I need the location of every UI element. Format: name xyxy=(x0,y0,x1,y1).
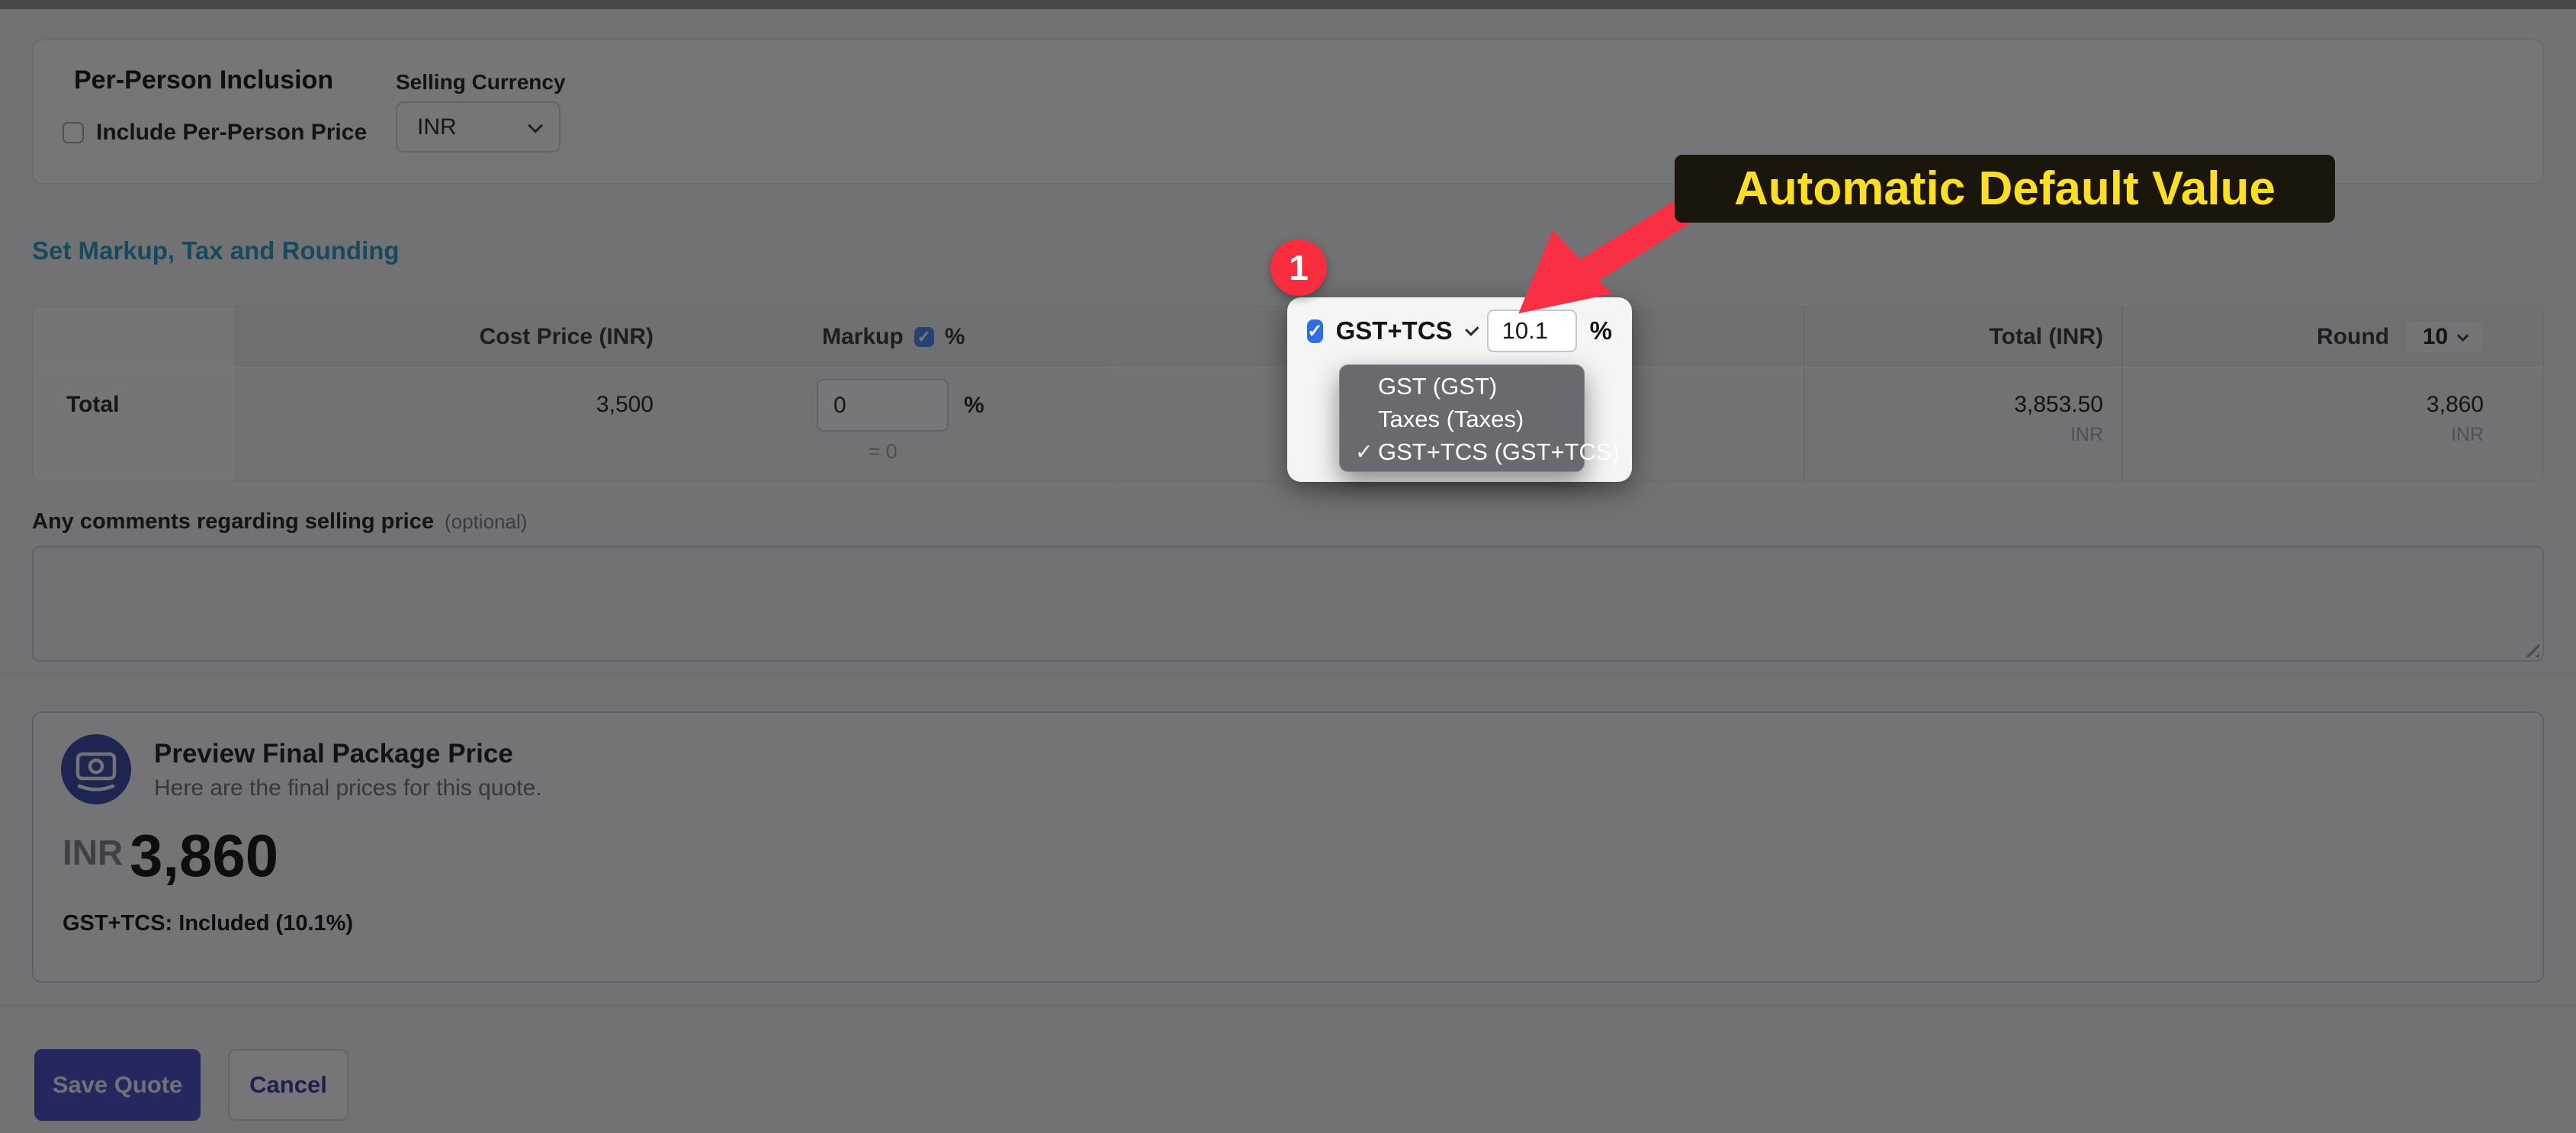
tax-control-row: ✓ GST+TCS % xyxy=(1287,297,1632,364)
tax-type-select-value[interactable]: GST+TCS xyxy=(1336,316,1453,345)
tax-enabled-checkbox[interactable]: ✓ xyxy=(1307,319,1323,343)
menu-item-gst[interactable]: GST (GST) xyxy=(1340,370,1584,403)
selected-check-icon: ✓ xyxy=(1355,440,1373,464)
menu-item-taxes[interactable]: Taxes (Taxes) xyxy=(1340,403,1584,435)
menu-item-gst-tcs[interactable]: ✓ GST+TCS (GST+TCS) xyxy=(1340,435,1620,468)
chevron-down-icon[interactable] xyxy=(1464,321,1479,336)
menu-item-gst-tcs-label: GST+TCS (GST+TCS) xyxy=(1378,438,1620,465)
check-icon: ✓ xyxy=(1307,320,1323,342)
quote-pricing-screen: Per-Person Inclusion Include Per-Person … xyxy=(0,0,2576,1133)
tax-rate-input[interactable] xyxy=(1486,310,1577,352)
callout-automatic-default-value: Automatic Default Value xyxy=(1675,155,2335,223)
tax-unit: % xyxy=(1589,316,1612,345)
tax-type-dropdown-menu: GST (GST) Taxes (Taxes) ✓ GST+TCS (GST+T… xyxy=(1339,364,1620,472)
step-1-badge: 1 xyxy=(1270,239,1327,296)
